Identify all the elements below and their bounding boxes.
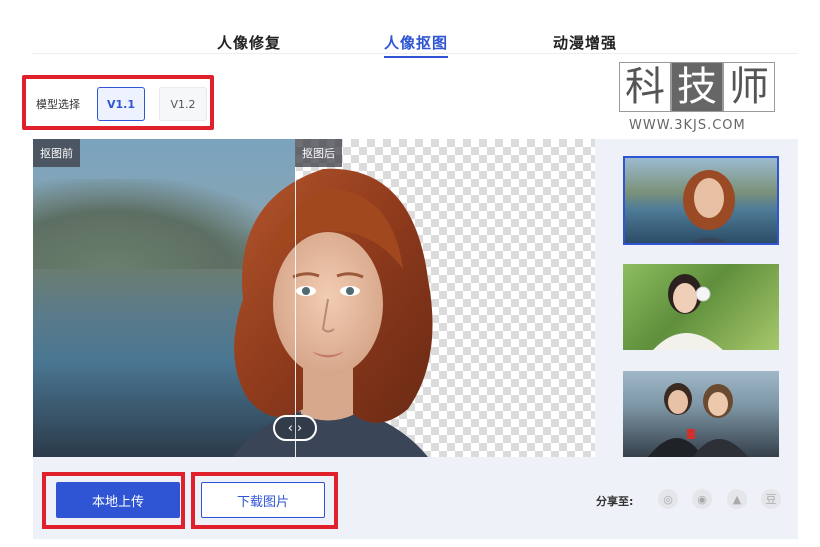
tab-portrait-matting[interactable]: 人像抠图 — [384, 32, 449, 58]
watermark-char: 技 — [671, 62, 723, 112]
watermark-char: 师 — [723, 62, 775, 112]
comparison-slider-handle[interactable]: ‹ › — [273, 415, 317, 441]
sample-thumbnail[interactable] — [623, 156, 779, 245]
douban-icon[interactable]: 豆 — [761, 489, 781, 509]
app-root: 人像修复 人像抠图 动漫增强 模型选择 V1.1 V1.2 科 技 师 WWW.… — [0, 0, 820, 547]
version-v1-2-button[interactable]: V1.2 — [159, 87, 207, 121]
comparison-divider — [295, 139, 296, 457]
watermark-url: WWW.3KJS.COM — [629, 118, 746, 133]
model-select-label: 模型选择 — [36, 98, 80, 111]
weibo-icon[interactable]: ◉ — [692, 489, 712, 509]
before-tag: 抠图前 — [33, 139, 80, 167]
sample-thumbnail[interactable] — [623, 264, 779, 350]
portrait-subject — [233, 168, 433, 457]
wechat-moments-icon[interactable]: ◎ — [658, 489, 678, 509]
local-upload-button[interactable]: 本地上传 — [56, 482, 180, 518]
version-v1-1-button[interactable]: V1.1 — [97, 87, 145, 121]
comparison-viewer[interactable]: ‹ › 抠图前 抠图后 — [33, 139, 595, 457]
tab-bar: 人像修复 人像抠图 动漫增强 — [32, 28, 798, 58]
model-select-group: 模型选择 V1.1 V1.2 — [22, 75, 214, 130]
after-tag: 抠图后 — [295, 139, 342, 167]
tab-anime-enhance[interactable]: 动漫增强 — [553, 32, 617, 53]
chevron-left-icon: ‹ — [287, 420, 293, 436]
tab-portrait-repair[interactable]: 人像修复 — [217, 32, 281, 53]
sample-thumbnail[interactable] — [623, 371, 779, 457]
qq-icon[interactable]: ▲ — [727, 489, 747, 509]
watermark-char: 科 — [619, 62, 671, 112]
download-image-button[interactable]: 下载图片 — [201, 482, 325, 518]
watermark-logo: 科 技 师 WWW.3KJS.COM — [619, 62, 779, 137]
share-label: 分享至: — [596, 495, 634, 508]
chevron-right-icon: › — [297, 420, 303, 436]
